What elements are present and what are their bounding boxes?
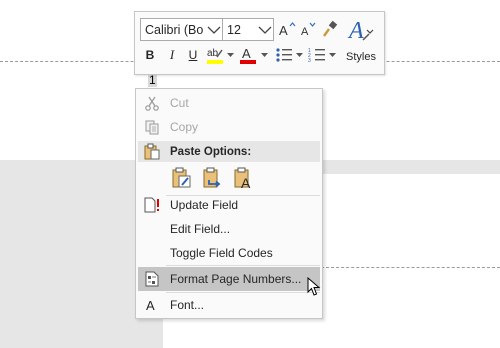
chevron-down-icon[interactable] (257, 19, 273, 40)
highlighter-icon: ab (207, 48, 223, 64)
menu-label-toggle-field-codes: Toggle Field Codes (170, 246, 273, 260)
menu-item-toggle-field-codes[interactable]: Toggle Field Codes (138, 241, 320, 265)
menu-item-update-field[interactable]: Update Field (138, 193, 320, 217)
mouse-pointer-icon (307, 277, 321, 296)
underline-label: U (188, 48, 198, 62)
menu-item-edit-field[interactable]: Edit Field... (138, 217, 320, 241)
svg-text:A: A (146, 298, 155, 312)
page-number-format-icon (138, 267, 166, 291)
italic-label: I (169, 47, 175, 62)
svg-text:A: A (279, 23, 288, 38)
menu-label-cut: Cut (170, 96, 189, 110)
caret-down-icon (329, 52, 336, 57)
styles-button[interactable]: A Styles (343, 16, 379, 68)
paste-options-row: A (168, 163, 257, 193)
menu-item-copy[interactable]: Copy (138, 115, 320, 139)
caret-down-icon (261, 52, 268, 57)
paste-merge-formatting-button[interactable] (199, 165, 226, 192)
copy-icon (138, 115, 166, 139)
font-color-icon: A (240, 46, 256, 64)
format-painter-button[interactable] (320, 19, 340, 39)
svg-text:A: A (242, 46, 251, 61)
styles-icon: A (347, 18, 374, 44)
header-boundary-line (321, 267, 500, 268)
menu-separator (166, 265, 320, 266)
underline-button[interactable]: U (184, 45, 202, 65)
shrink-font-button[interactable]: A (298, 19, 318, 39)
caret-down-icon (227, 52, 234, 57)
svg-text:A: A (347, 18, 364, 44)
paste-keep-text-only-button[interactable]: A (230, 165, 257, 192)
svg-text:A: A (241, 175, 251, 190)
update-field-icon (138, 193, 166, 217)
paste-options-label: Paste Options: (170, 145, 252, 158)
grow-font-icon: A (279, 22, 296, 38)
font-name-combo[interactable]: Calibri (Bo (140, 18, 223, 41)
font-size-value: 12 (227, 22, 241, 37)
svg-text:A: A (301, 26, 309, 38)
menu-label-update-field: Update Field (170, 198, 239, 212)
context-menu: Cut Copy Paste Options: A Update Field E… (135, 88, 323, 319)
bold-label: B (145, 48, 155, 62)
paste-keep-formatting-icon (172, 167, 190, 188)
page-number-field[interactable]: 1 (148, 74, 157, 87)
bullet-list-icon (276, 48, 292, 62)
chevron-down-icon[interactable] (206, 19, 222, 40)
paste-merge-formatting-icon (203, 167, 220, 188)
menu-item-format-page-numbers[interactable]: Format Page Numbers... (138, 267, 320, 291)
menu-label-copy: Copy (170, 120, 199, 134)
scissors-icon (138, 91, 166, 115)
bold-button[interactable]: B (141, 45, 159, 65)
paste-text-only-icon: A (234, 167, 251, 190)
shrink-font-icon: A (301, 22, 316, 38)
menu-label-format-page-numbers: Format Page Numbers... (170, 272, 302, 286)
menu-label-font: Font... (170, 298, 205, 312)
numbered-list-icon: 1 2 3 (308, 48, 325, 63)
menu-item-cut[interactable]: Cut (138, 91, 320, 115)
paste-keep-source-formatting-button[interactable] (168, 165, 195, 192)
paste-options-header: Paste Options: (138, 141, 320, 162)
font-size-combo[interactable]: 12 (222, 18, 274, 41)
bullets-button[interactable] (274, 45, 294, 65)
italic-button[interactable]: I (163, 45, 181, 65)
format-painter-icon (323, 20, 338, 37)
highlight-button[interactable]: ab (205, 44, 225, 66)
clipboard-icon (138, 143, 166, 160)
grow-font-button[interactable]: A (277, 19, 297, 39)
mini-toolbar: Calibri (Bo 12 A A A Styles B I U ab A 1… (134, 11, 385, 75)
font-color-dropdown[interactable] (261, 45, 268, 65)
caret-down-icon (296, 52, 303, 57)
numbering-button[interactable]: 1 2 3 (307, 45, 327, 65)
menu-item-font[interactable]: A Font... (138, 293, 320, 317)
styles-label: Styles (346, 51, 376, 63)
bullets-dropdown[interactable] (296, 45, 303, 65)
menu-label-edit-field: Edit Field... (170, 222, 231, 236)
highlight-dropdown[interactable] (227, 45, 234, 65)
numbering-dropdown[interactable] (329, 45, 336, 65)
svg-text:3: 3 (308, 58, 311, 63)
font-color-button[interactable]: A (238, 44, 258, 66)
font-name-value: Calibri (Bo (145, 22, 204, 37)
svg-text:ab: ab (207, 48, 219, 59)
font-icon: A (138, 293, 166, 317)
